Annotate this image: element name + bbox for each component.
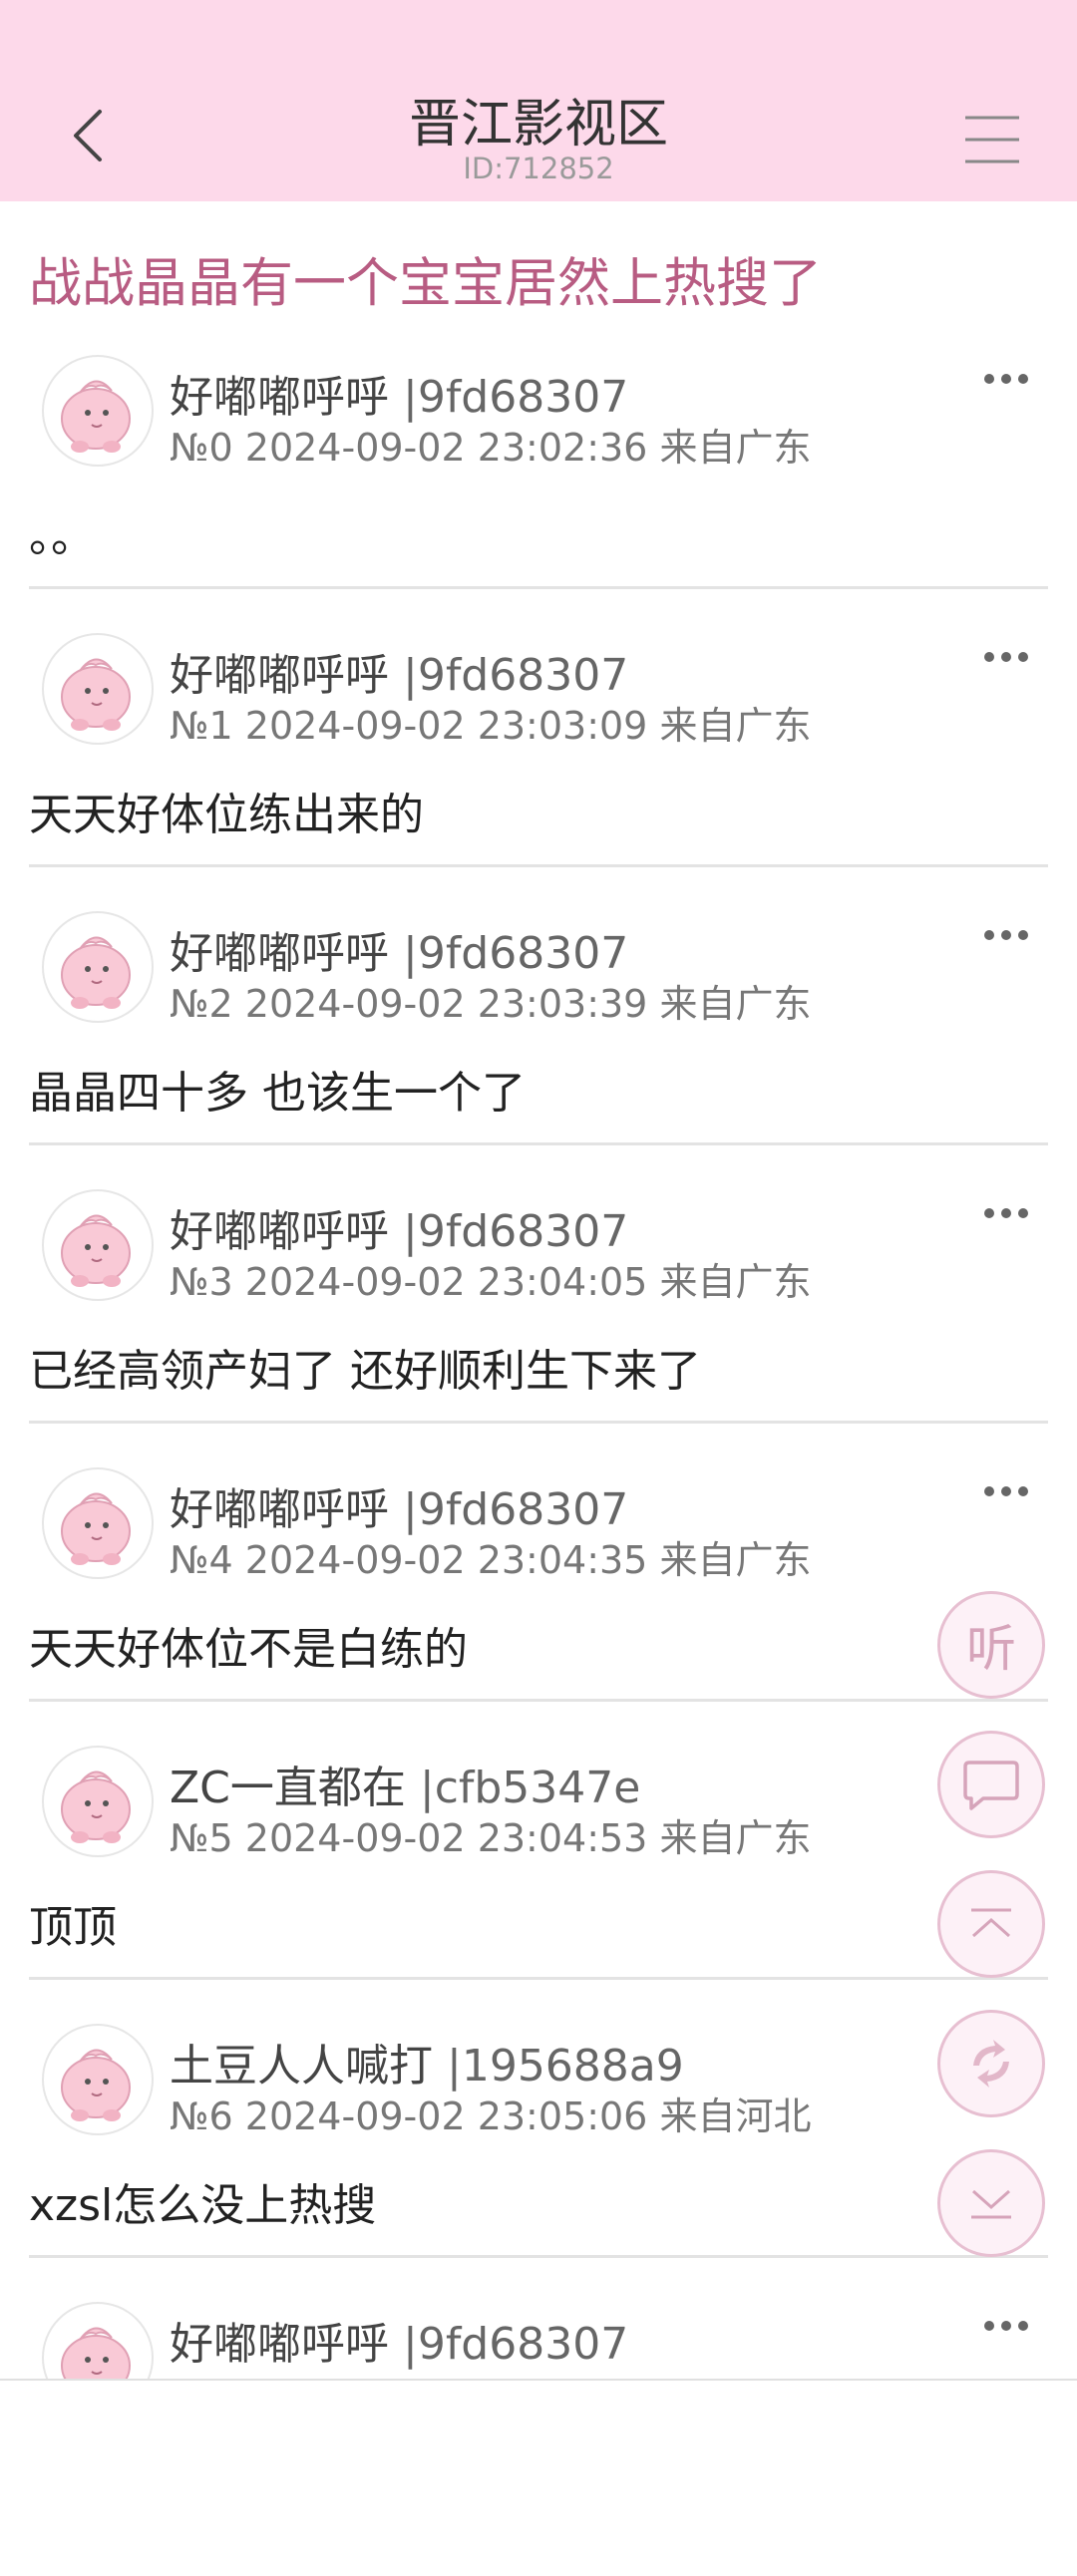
- author-name: ZC一直都在: [170, 1763, 406, 1813]
- post-author[interactable]: ZC一直都在 |cfb5347e: [170, 1752, 640, 1815]
- more-options-button[interactable]: [981, 1481, 1031, 1501]
- more-options-button[interactable]: [981, 647, 1031, 667]
- author-uid: |9fd68307: [403, 1484, 629, 1535]
- post-item: 土豆人人喊打 |195688a9 №6 2024-09-02 23:05:06 来…: [0, 2020, 1077, 2298]
- author-name: 好嘟嘟呼呼: [170, 928, 389, 979]
- page-title: 晋江影视区: [408, 95, 668, 155]
- thread-title: 战战晶晶有一个宝宝居然上热搜了: [29, 253, 822, 314]
- author-uid: |9fd68307: [403, 372, 629, 423]
- more-dots-icon: [984, 2321, 1028, 2331]
- avatar-icon: [42, 2024, 154, 2135]
- avatar-icon: [42, 1467, 154, 1579]
- author-name: 好嘟嘟呼呼: [170, 372, 389, 423]
- post-author[interactable]: 土豆人人喊打 |195688a9: [170, 2030, 684, 2093]
- post-meta: №1 2024-09-02 23:03:09 来自广东: [170, 704, 812, 748]
- bottom-bar: [0, 2379, 1077, 2514]
- post-divider: [29, 864, 1048, 867]
- author-uid: |9fd68307: [403, 2319, 629, 2370]
- post-divider: [29, 586, 1048, 589]
- post-divider: [29, 1421, 1048, 1424]
- scroll-to-bottom-button[interactable]: [937, 2149, 1045, 2257]
- refresh-arrows-icon: [973, 2040, 1009, 2088]
- hamburger-menu-icon: [965, 116, 1019, 163]
- scroll-to-bottom-icon: [971, 2189, 1011, 2219]
- post-item: 好嘟嘟呼呼 |9fd68307 №0 2024-09-02 23:02:36 来自…: [0, 351, 1077, 629]
- listen-button[interactable]: 听: [937, 1591, 1045, 1699]
- post-author[interactable]: 好嘟嘟呼呼 |9fd68307: [170, 1473, 628, 1537]
- avatar-icon: [42, 633, 154, 745]
- post-content: 天天好体位不是白练的: [29, 1624, 468, 1675]
- post-item: 好嘟嘟呼呼 |9fd68307 №1 2024-09-02 23:03:09 来自…: [0, 629, 1077, 907]
- avatar[interactable]: [40, 1465, 156, 1581]
- more-options-button[interactable]: [981, 1203, 1031, 1223]
- post-content: 已经高领产妇了 还好顺利生下来了: [29, 1346, 701, 1397]
- author-name: 好嘟嘟呼呼: [170, 1484, 389, 1535]
- avatar-icon: [42, 911, 154, 1023]
- scroll-to-top-icon: [971, 1908, 1011, 1938]
- post-meta: №5 2024-09-02 23:04:53 来自广东: [170, 1816, 812, 1860]
- post-divider: [29, 1699, 1048, 1702]
- listen-label: 听: [966, 1620, 1016, 1678]
- post-content: 。。: [29, 511, 95, 562]
- more-dots-icon: [984, 930, 1028, 940]
- post-content: 天天好体位练出来的: [29, 790, 424, 840]
- author-uid: |9fd68307: [403, 928, 629, 979]
- post-author[interactable]: 好嘟嘟呼呼 |9fd68307: [170, 2308, 628, 2372]
- avatar-icon: [42, 355, 154, 467]
- post-item: 好嘟嘟呼呼 |9fd68307 №2 2024-09-02 23:03:39 来自…: [0, 907, 1077, 1185]
- scroll-to-top-button[interactable]: [937, 1870, 1045, 1978]
- more-dots-icon: [984, 652, 1028, 662]
- avatar[interactable]: [40, 1187, 156, 1303]
- avatar[interactable]: [40, 631, 156, 747]
- comment-bubble-icon: [963, 1761, 1019, 1810]
- comment-button[interactable]: [937, 1731, 1045, 1838]
- author-name: 好嘟嘟呼呼: [170, 650, 389, 701]
- author-name: 好嘟嘟呼呼: [170, 1206, 389, 1257]
- post-author[interactable]: 好嘟嘟呼呼 |9fd68307: [170, 1195, 628, 1259]
- post-item: 好嘟嘟呼呼 |9fd68307 №4 2024-09-02 23:04:35 来自…: [0, 1463, 1077, 1742]
- post-content: 晶晶四十多 也该生一个了: [29, 1068, 526, 1119]
- more-options-button[interactable]: [981, 925, 1031, 945]
- post-author[interactable]: 好嘟嘟呼呼 |9fd68307: [170, 917, 628, 981]
- author-name: 好嘟嘟呼呼: [170, 2319, 389, 2370]
- more-dots-icon: [984, 1486, 1028, 1496]
- header-bar: 晋江影视区 ID:712852: [0, 0, 1077, 201]
- post-author[interactable]: 好嘟嘟呼呼 |9fd68307: [170, 361, 628, 425]
- post-divider: [29, 1142, 1048, 1145]
- avatar[interactable]: [40, 909, 156, 1025]
- author-uid: |cfb5347e: [419, 1763, 641, 1813]
- post-item: ZC一直都在 |cfb5347e №5 2024-09-02 23:04:53 来…: [0, 1742, 1077, 2020]
- menu-button[interactable]: [961, 112, 1023, 167]
- avatar[interactable]: [40, 2022, 156, 2137]
- avatar-icon: [42, 1189, 154, 1301]
- post-content: 顶顶: [29, 1902, 117, 1953]
- refresh-button[interactable]: [937, 2010, 1045, 2117]
- post-meta: №4 2024-09-02 23:04:35 来自广东: [170, 1538, 812, 1582]
- more-dots-icon: [984, 1208, 1028, 1218]
- author-name: 土豆人人喊打: [170, 2041, 433, 2092]
- avatar[interactable]: [40, 353, 156, 469]
- post-content: xzsl怎么没上热搜: [29, 2180, 377, 2231]
- author-uid: |9fd68307: [403, 1206, 629, 1257]
- post-divider: [29, 1977, 1048, 1980]
- avatar[interactable]: [40, 1744, 156, 1859]
- more-dots-icon: [984, 374, 1028, 384]
- post-meta: №0 2024-09-02 23:02:36 来自广东: [170, 426, 812, 470]
- post-meta: №6 2024-09-02 23:05:06 来自河北: [170, 2094, 812, 2138]
- post-author[interactable]: 好嘟嘟呼呼 |9fd68307: [170, 639, 628, 703]
- post-meta: №3 2024-09-02 23:04:05 来自广东: [170, 1260, 812, 1304]
- post-item: 好嘟嘟呼呼 |9fd68307 №3 2024-09-02 23:04:05 来自…: [0, 1185, 1077, 1463]
- author-uid: |9fd68307: [403, 650, 629, 701]
- post-divider: [29, 2255, 1048, 2258]
- avatar-icon: [42, 1746, 154, 1857]
- post-meta: №2 2024-09-02 23:03:39 来自广东: [170, 982, 812, 1026]
- board-id: ID:712852: [463, 152, 614, 185]
- more-options-button[interactable]: [981, 2316, 1031, 2336]
- author-uid: |195688a9: [447, 2041, 684, 2092]
- more-options-button[interactable]: [981, 369, 1031, 389]
